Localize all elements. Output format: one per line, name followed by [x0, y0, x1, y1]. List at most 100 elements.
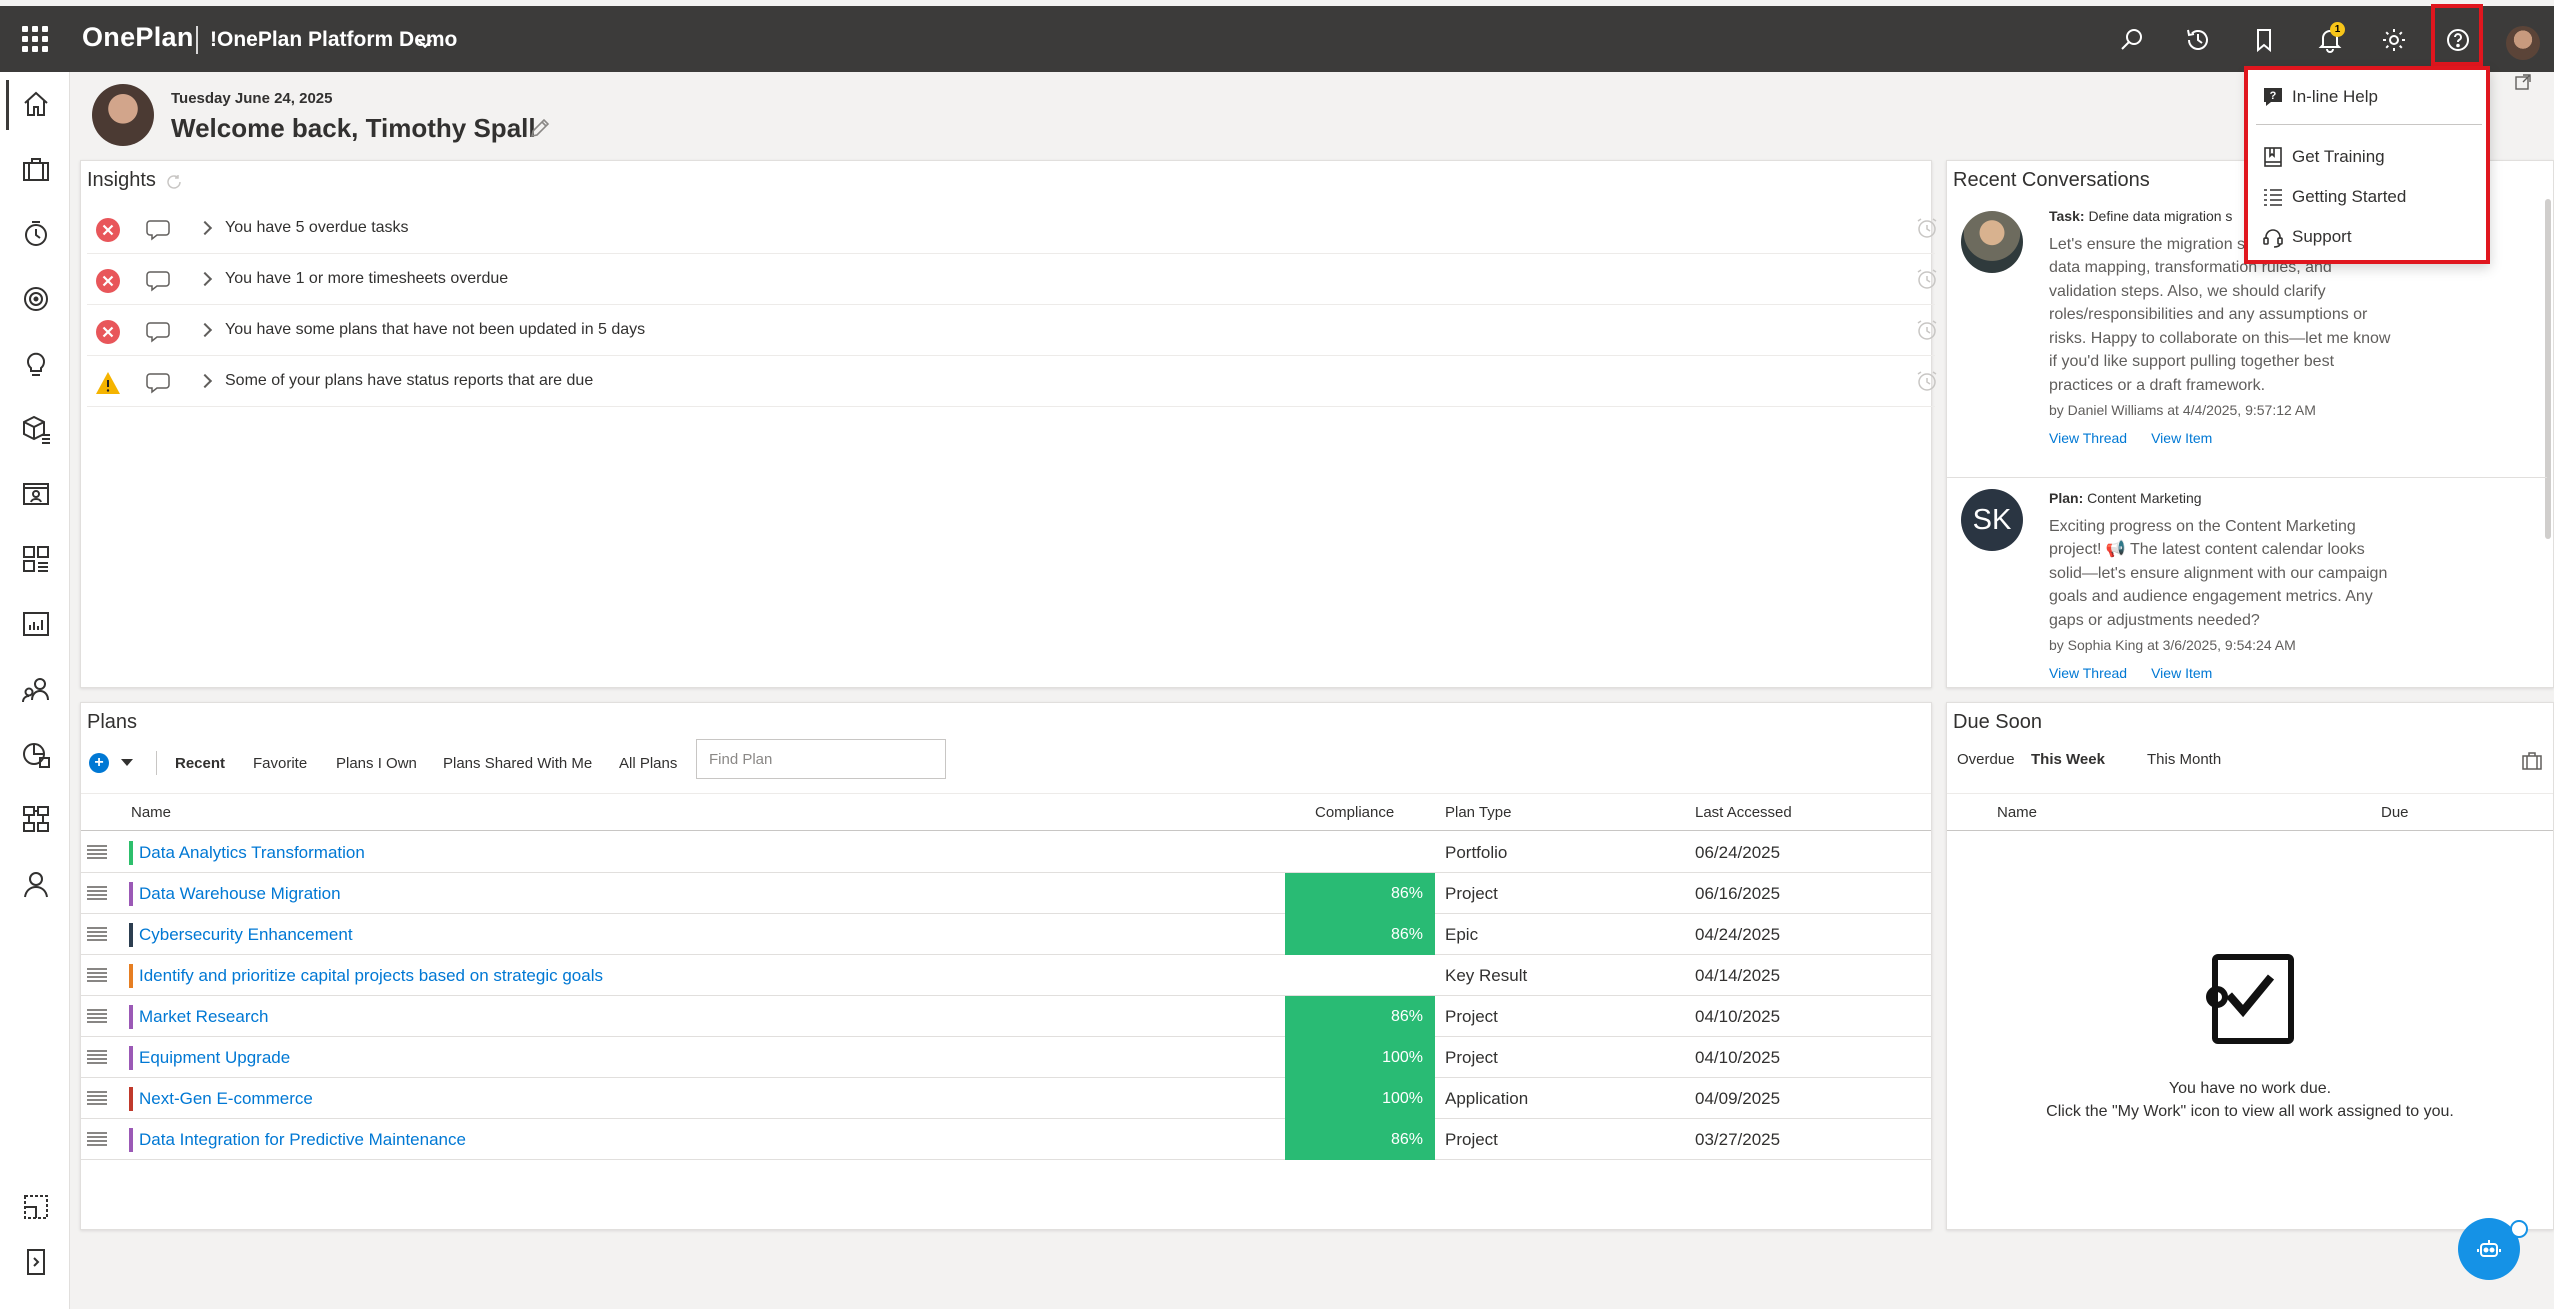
lightbulb-icon[interactable]	[14, 342, 58, 386]
plan-row[interactable]: Identify and prioritize capital projects…	[81, 955, 1931, 996]
plan-name-link[interactable]: Equipment Upgrade	[139, 1048, 290, 1068]
find-plan-input[interactable]	[696, 739, 946, 779]
plan-name-link[interactable]: Next-Gen E-commerce	[139, 1089, 313, 1109]
expand-icon[interactable]	[2514, 73, 2532, 91]
plan-row[interactable]: Data Integration for Predictive Maintena…	[81, 1119, 1931, 1160]
plan-color-indicator	[129, 1046, 133, 1070]
row-menu-icon[interactable]	[87, 1050, 107, 1064]
row-menu-icon[interactable]	[87, 886, 107, 900]
column-plan-type[interactable]: Plan Type	[1445, 804, 1511, 821]
comment-bubble-icon[interactable]	[145, 217, 171, 241]
row-menu-icon[interactable]	[87, 968, 107, 982]
chevron-right-icon[interactable]	[197, 271, 213, 287]
briefcase-icon[interactable]	[2521, 751, 2543, 771]
plan-row[interactable]: Equipment Upgrade 100% Project 04/10/2025	[81, 1037, 1931, 1078]
insight-row[interactable]: You have 1 or more timesheets overdue	[87, 254, 1937, 305]
last-accessed-cell: 03/27/2025	[1695, 1130, 1781, 1149]
plan-name-link[interactable]: Data Warehouse Migration	[139, 884, 341, 904]
chevron-right-icon[interactable]	[197, 322, 213, 338]
app-launcher-icon[interactable]	[22, 26, 48, 52]
row-menu-icon[interactable]	[87, 845, 107, 859]
tab-this-week[interactable]: This Week	[2031, 751, 2105, 768]
find-plan-field[interactable]	[696, 739, 946, 779]
last-accessed-cell: 04/14/2025	[1695, 966, 1781, 985]
plan-row[interactable]: Data Warehouse Migration 86% Project 06/16/…	[81, 873, 1931, 914]
tab-overdue[interactable]: Overdue	[1957, 751, 2015, 768]
view-item-link[interactable]: View Item	[2151, 665, 2212, 681]
plan-name-link[interactable]: Data Analytics Transformation	[139, 843, 365, 863]
tab-this-month[interactable]: This Month	[2147, 751, 2221, 768]
scrollbar[interactable]	[2545, 199, 2551, 539]
chevron-right-icon[interactable]	[197, 220, 213, 236]
column-name[interactable]: Name	[131, 804, 171, 821]
last-accessed-cell: 04/10/2025	[1695, 1048, 1781, 1067]
assistant-status-icon[interactable]	[2510, 1220, 2528, 1238]
tab-favorite[interactable]: Favorite	[253, 755, 307, 772]
alarm-icon[interactable]	[1915, 216, 1939, 240]
insight-row[interactable]: You have some plans that have not been u…	[87, 305, 1937, 356]
plan-name-link[interactable]: Identify and prioritize capital projects…	[139, 966, 603, 986]
plan-name-link[interactable]: Market Research	[139, 1007, 268, 1027]
user-avatar[interactable]	[2506, 26, 2540, 60]
plan-row[interactable]: Market Research 86% Project 04/10/2025	[81, 996, 1931, 1037]
select-icon[interactable]	[14, 1185, 58, 1229]
tab-all-plans[interactable]: All Plans	[619, 755, 677, 772]
plan-row[interactable]: Cybersecurity Enhancement 86% Epic 04/24/20…	[81, 914, 1931, 955]
dashboard-icon[interactable]	[14, 537, 58, 581]
comment-bubble-icon[interactable]	[145, 370, 171, 394]
tab-recent[interactable]: Recent	[175, 755, 225, 772]
alarm-icon[interactable]	[1915, 318, 1939, 342]
add-plan-icon[interactable]: +	[89, 753, 109, 773]
last-accessed-cell: 04/09/2025	[1695, 1089, 1781, 1108]
column-last-accessed[interactable]: Last Accessed	[1695, 804, 1792, 821]
people-icon[interactable]	[14, 667, 58, 711]
report-icon[interactable]	[14, 602, 58, 646]
hierarchy-icon[interactable]	[14, 797, 58, 841]
search-icon[interactable]	[2118, 26, 2146, 54]
target-icon[interactable]	[14, 277, 58, 321]
plan-row[interactable]: Next-Gen E-commerce 100% Application 04/09/…	[81, 1078, 1931, 1119]
bell-icon[interactable]: 1	[2316, 22, 2345, 54]
user-icon[interactable]	[14, 862, 58, 906]
comment-bubble-icon[interactable]	[145, 268, 171, 292]
insight-row[interactable]: Some of your plans have status reports t…	[87, 356, 1937, 407]
plan-name-link[interactable]: Cybersecurity Enhancement	[139, 925, 353, 945]
error-icon	[95, 268, 121, 294]
tab-plans-i-own[interactable]: Plans I Own	[336, 755, 417, 772]
person-card-icon[interactable]	[14, 472, 58, 516]
plan-name-link[interactable]: Data Integration for Predictive Maintena…	[139, 1130, 466, 1150]
column-due[interactable]: Due	[2381, 804, 2409, 821]
row-menu-icon[interactable]	[87, 1132, 107, 1146]
expand-rail-icon[interactable]	[14, 1240, 58, 1284]
alarm-icon[interactable]	[1915, 369, 1939, 393]
edit-pencil-icon[interactable]	[528, 116, 552, 140]
column-compliance[interactable]: Compliance	[1315, 804, 1394, 821]
row-menu-icon[interactable]	[87, 1009, 107, 1023]
portfolio-icon[interactable]	[14, 732, 58, 776]
plan-type-cell: Application	[1445, 1089, 1529, 1108]
timesheet-icon[interactable]	[14, 212, 58, 256]
checklist-icon	[2206, 954, 2294, 1044]
chevron-right-icon[interactable]	[197, 373, 213, 389]
column-name[interactable]: Name	[1997, 804, 2037, 821]
alarm-icon[interactable]	[1915, 267, 1939, 291]
row-menu-icon[interactable]	[87, 927, 107, 941]
compliance-cell: 86%	[1285, 914, 1435, 955]
view-item-link[interactable]: View Item	[2151, 430, 2212, 446]
view-thread-link[interactable]: View Thread	[2049, 430, 2127, 446]
history-icon[interactable]	[2184, 26, 2212, 54]
view-thread-link[interactable]: View Thread	[2049, 665, 2127, 681]
resources-icon[interactable]	[14, 407, 58, 451]
add-plan-dropdown-icon[interactable]	[121, 759, 133, 766]
tab-plans-shared[interactable]: Plans Shared With Me	[443, 755, 592, 772]
bookmark-icon[interactable]	[2250, 26, 2278, 54]
row-menu-icon[interactable]	[87, 1091, 107, 1105]
home-icon[interactable]	[14, 82, 58, 126]
comment-bubble-icon[interactable]	[145, 319, 171, 343]
briefcase-icon[interactable]	[14, 147, 58, 191]
refresh-icon[interactable]	[165, 173, 183, 191]
brand-logo[interactable]: OnePlan	[82, 22, 194, 53]
insight-row[interactable]: You have 5 overdue tasks	[87, 203, 1937, 254]
plan-row[interactable]: Data Analytics Transformation Portfolio 06…	[81, 832, 1931, 873]
gear-icon[interactable]	[2380, 26, 2408, 54]
